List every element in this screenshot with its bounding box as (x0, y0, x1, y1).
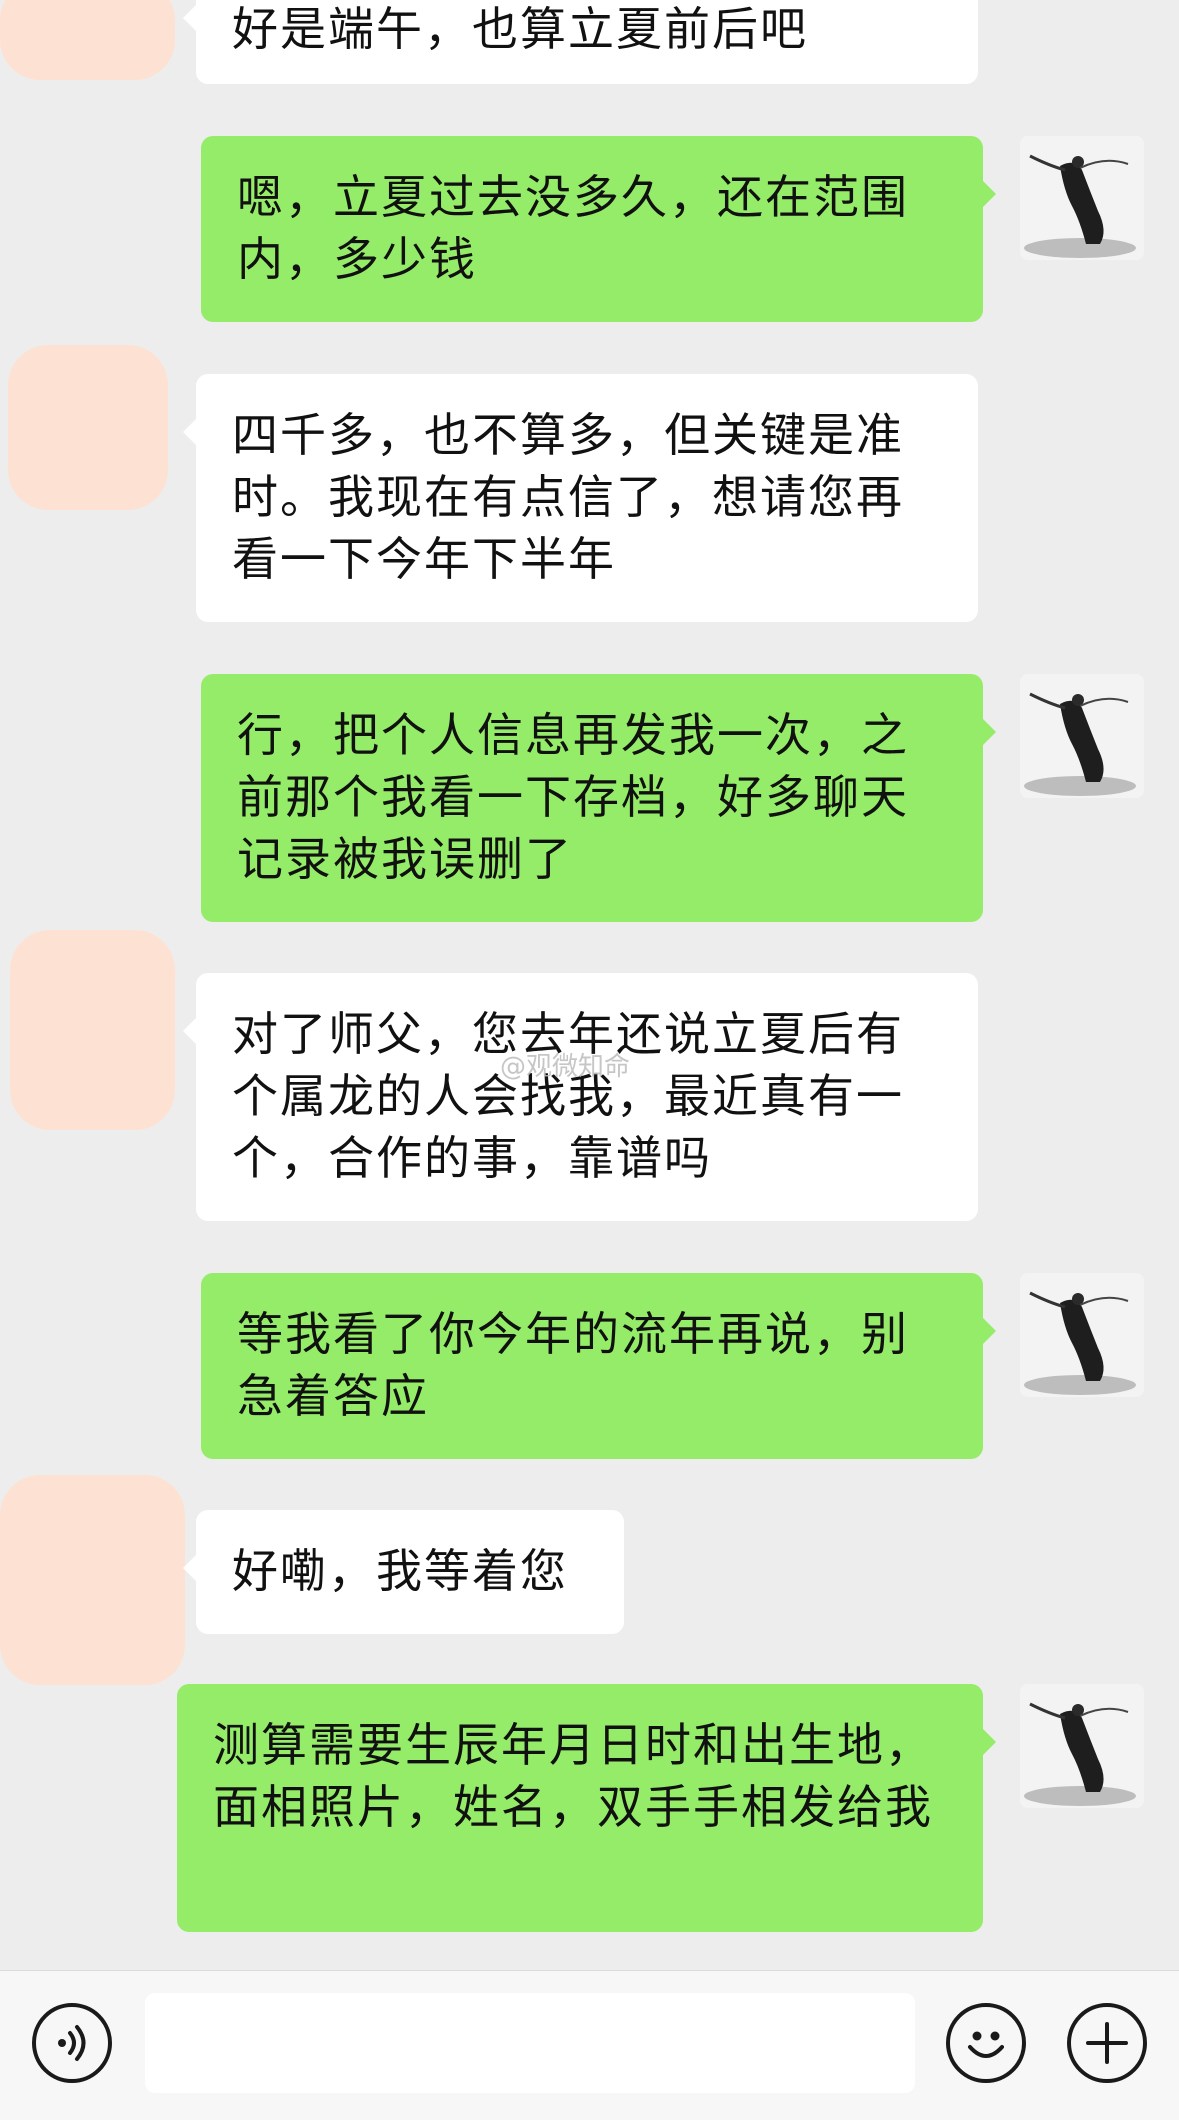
ink-figure-icon (1020, 1273, 1144, 1397)
received-message[interactable]: 好嘞，我等着您 (183, 1510, 624, 1634)
input-bar (0, 1970, 1179, 2120)
message-text: 好是端午，也算立夏前后吧 (232, 2, 808, 56)
chat-area[interactable]: 好是端午，也算立夏前后吧 嗯，立夏过去没多久，还在范围内，多少钱 四千多，也不算… (0, 0, 1179, 1970)
message-text: 四千多，也不算多，但关键是准时。我现在有点信了，想请您再看一下今年下半年 (232, 408, 904, 586)
message-text: 等我看了你今年的流年再说，别急着答应 (237, 1307, 909, 1423)
voice-button[interactable] (32, 2003, 112, 2083)
user-avatar[interactable] (1020, 136, 1144, 260)
contact-avatar[interactable] (0, 1475, 185, 1685)
emoji-icon (968, 2031, 1004, 2058)
message-text: 嗯，立夏过去没多久，还在范围内，多少钱 (237, 170, 909, 286)
user-avatar[interactable] (1020, 1273, 1144, 1397)
sent-message[interactable]: 测算需要生辰年月日时和出生地，面相照片，姓名，双手手相发给我 (177, 1684, 996, 1932)
contact-avatar[interactable] (0, 0, 175, 80)
message-text: 对了师父，您去年还说立夏后有个属龙的人会找我，最近真有一个，合作的事，靠谱吗 (232, 1007, 904, 1185)
message-text: 行，把个人信息再发我一次，之前那个我看一下存档，好多聊天记录被我误删了 (237, 708, 909, 886)
received-message[interactable]: 四千多，也不算多，但关键是准时。我现在有点信了，想请您再看一下今年下半年 (183, 374, 978, 622)
watermark: @观微知命 (500, 1052, 631, 1082)
emoji-button[interactable] (946, 2003, 1026, 2083)
message-input[interactable] (145, 1993, 915, 2093)
message-text: 测算需要生辰年月日时和出生地，面相照片，姓名，双手手相发给我 (213, 1718, 933, 1834)
user-avatar[interactable] (1020, 674, 1144, 798)
user-avatar[interactable] (1020, 1684, 1144, 1808)
plus-icon (1086, 2022, 1128, 2064)
contact-avatar[interactable] (8, 345, 168, 510)
contact-avatar[interactable] (10, 930, 175, 1130)
sent-message[interactable]: 等我看了你今年的流年再说，别急着答应 (201, 1273, 996, 1459)
sent-message[interactable]: 嗯，立夏过去没多久，还在范围内，多少钱 (201, 136, 996, 322)
received-message[interactable]: 对了师父，您去年还说立夏后有个属龙的人会找我，最近真有一个，合作的事，靠谱吗 (183, 973, 978, 1221)
voice-icon (58, 2025, 86, 2061)
message-text: 好嘞，我等着您 (232, 1544, 568, 1598)
ink-figure-icon (1020, 1684, 1144, 1808)
more-button[interactable] (1067, 2003, 1147, 2083)
sent-message[interactable]: 行，把个人信息再发我一次，之前那个我看一下存档，好多聊天记录被我误删了 (201, 674, 996, 922)
received-message[interactable]: 好是端午，也算立夏前后吧 (183, 0, 978, 84)
ink-figure-icon (1020, 674, 1144, 798)
ink-figure-icon (1020, 136, 1144, 260)
